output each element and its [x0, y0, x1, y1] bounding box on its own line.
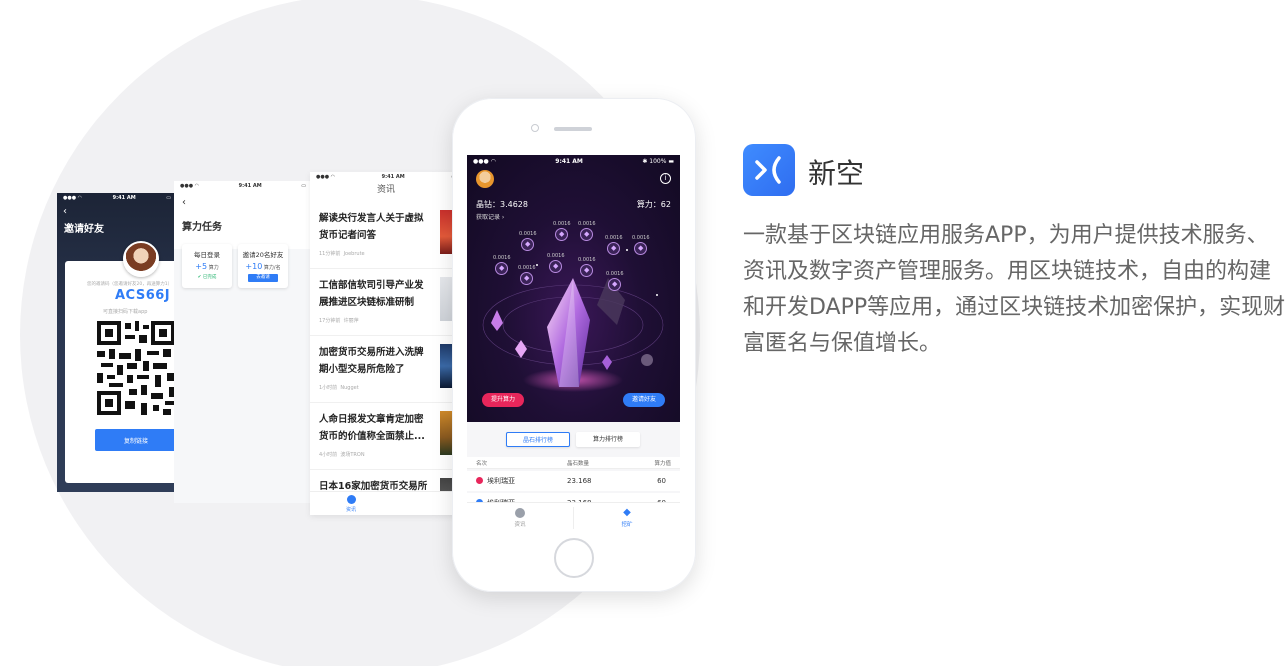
qr-code-icon [97, 321, 175, 415]
tab-news[interactable]: 资讯 [346, 495, 356, 513]
camera [531, 124, 539, 132]
tab-mining[interactable]: ◆ 挖矿 [607, 507, 647, 529]
news-item[interactable]: 工信部信软司引导产业发展推进区块链标准研制 17分钟前 许丽萍 [310, 269, 462, 336]
reward-gem[interactable]: 0.0016 ◆ [605, 235, 623, 256]
tasks-header: ●●● ◠ 9:41 AM ▭ ‹ 算力任务 [174, 181, 312, 249]
news-item[interactable]: 解读央行发言人关于虚拟货币记者问答 11分钟前 Joebrute [310, 202, 462, 269]
status-bar: ●●● ◠9:41 AM▭ [316, 174, 456, 180]
app-name: 新空 [808, 157, 865, 190]
tasks-title: 算力任务 [182, 222, 222, 233]
task-name: 邀请20名好友 [242, 251, 284, 259]
reward-gem[interactable]: 0.0016 ◆ [578, 221, 596, 242]
phone-frame: ●●● ◠ 9:41 AM ✱ 100% ▬ i 晶钻：3.4628 算力：62… [452, 98, 696, 592]
mining-screen: ●●● ◠ 9:41 AM ✱ 100% ▬ i 晶钻：3.4628 算力：62… [467, 155, 680, 533]
invite-screen: ●●● ◠ 9:41 AM ▭ ‹ 邀请好友 您的邀请码（您邀请好友20，再送算力1… [57, 193, 177, 492]
task-list: 每日登录 +5 算力 ✔ 已完成 邀请20名好友 +10 算力/名 去邀请 [182, 244, 288, 288]
speaker [554, 127, 592, 131]
tab-gem-ranking[interactable]: 晶石排行榜 [506, 432, 570, 447]
copy-link-button[interactable]: 复制链接 [95, 429, 177, 451]
mining-panel: ●●● ◠ 9:41 AM ✱ 100% ▬ i 晶钻：3.4628 算力：62… [467, 155, 680, 422]
boost-power-button[interactable]: 提升算力 [482, 393, 524, 407]
reward-gem[interactable]: 0.0016 ◆ [553, 221, 571, 242]
news-title: 解读央行发言人关于虚拟货币记者问答 [319, 213, 424, 241]
column-rank: 名次 [476, 460, 488, 467]
column-power: 算力值 [654, 460, 671, 467]
power-value: 算力：62 [636, 200, 671, 209]
crystal-illustration [482, 249, 664, 392]
reward-gem[interactable]: 0.0016 ◆ [606, 271, 624, 292]
invite-hint: 您的邀请码（您邀请好友20，再送算力1） [87, 282, 173, 287]
news-meta: 4小时前 波场TRON [319, 452, 365, 458]
tab-power-ranking[interactable]: 算力排行榜 [576, 432, 640, 447]
news-item[interactable]: 人命日报发文章肯定加密货币的价值称全面禁止... 4小时前 波场TRON [310, 403, 462, 470]
news-header: 资讯 [376, 185, 395, 195]
invite-title: 邀请好友 [64, 224, 104, 235]
x-logo-icon [755, 156, 781, 184]
app-description: 一款基于区块链应用服务APP，为用户提供技术服务、资讯及数字资产管理服务。用区块… [743, 223, 1286, 356]
back-icon[interactable]: ‹ [182, 197, 186, 208]
gem-balance: 晶钻：3.4628 [476, 200, 528, 209]
scan-hint: 可直接扫码下载app [103, 309, 148, 315]
news-tabbar: 资讯 [310, 491, 462, 515]
home-button[interactable] [554, 538, 594, 578]
diamond-icon: ◆ [623, 507, 631, 518]
task-reward: +10 算力/名 [245, 262, 281, 271]
tasks-screen: ●●● ◠ 9:41 AM ▭ ‹ 算力任务 每日登录 +5 算力 ✔ 已完成 邀请… [174, 181, 312, 503]
reward-gem[interactable]: 0.0016 ◆ [632, 235, 650, 256]
news-title: 工信部信软司引导产业发展推进区块链标准研制 [319, 280, 424, 308]
status-time: 9:41 AM [238, 183, 262, 189]
tab-divider [573, 507, 574, 529]
task-card-daily-login[interactable]: 每日登录 +5 算力 ✔ 已完成 [182, 244, 232, 288]
column-amount: 晶石数量 [567, 460, 590, 467]
task-name: 每日登录 [194, 251, 220, 259]
news-screen: ●●● ◠9:41 AM▭ 资讯 解读央行发言人关于虚拟货币记者问答 11分钟前… [310, 172, 462, 515]
avatar [123, 241, 159, 277]
news-title: 加密货币交易所进入洗牌期小型交易所危险了 [319, 347, 424, 375]
reward-gem[interactable]: 0.0016 ◆ [547, 253, 565, 274]
invite-friends-button[interactable]: 邀请好友 [623, 393, 665, 407]
rank-name: 埃利瑞亚 [476, 476, 515, 486]
invite-code: ACS66J [115, 288, 171, 303]
ranking-header: 名次 晶石数量 算力值 [467, 457, 680, 469]
reward-gem[interactable]: 0.0016 ◆ [519, 231, 537, 252]
status-bar: ●●● ◠9:41 AM▭ [180, 183, 306, 189]
news-item[interactable]: 加密货币交易所进入洗牌期小型交易所危险了 1小时前 Nugget [310, 336, 462, 403]
app-logo-icon [743, 144, 795, 196]
tab-news[interactable]: 资讯 [500, 508, 540, 528]
status-time: 9:41 AM [381, 174, 405, 180]
records-link[interactable]: 获取记录 › [476, 212, 504, 221]
task-status-done: ✔ 已完成 [197, 275, 217, 280]
info-icon[interactable]: i [660, 173, 671, 184]
status-bar: ●●● ◠9:41 AM▭ [63, 195, 171, 201]
promo-stage: ●●● ◠ 9:41 AM ▭ ‹ 邀请好友 您的邀请码（您邀请好友20，再送算力1… [0, 0, 1288, 666]
rank-amount: 23.168 [567, 477, 592, 485]
reward-gem[interactable]: 0.0016 ◆ [493, 255, 511, 276]
globe-icon [515, 508, 525, 518]
ranking-tabs: 晶石排行榜 算力排行榜 [506, 432, 640, 447]
reward-gem[interactable]: 0.0016 ◆ [518, 265, 536, 286]
task-go-button[interactable]: 去邀请 [248, 274, 278, 282]
news-meta: 11分钟前 Joebrute [319, 251, 365, 257]
news-meta: 1小时前 Nugget [319, 385, 359, 391]
reward-gem[interactable]: 0.0016 ◆ [578, 257, 596, 278]
news-title: 人命日报发文章肯定加密货币的价值称全面禁止... [319, 414, 425, 442]
table-row[interactable]: 埃利瑞亚 23.168 60 [467, 471, 680, 491]
globe-icon [346, 495, 356, 504]
back-icon[interactable]: ‹ [63, 206, 67, 217]
task-card-invite[interactable]: 邀请20名好友 +10 算力/名 去邀请 [238, 244, 288, 288]
status-time: 9:41 AM [112, 195, 136, 201]
avatar[interactable] [476, 170, 494, 188]
task-reward: +5 算力 [195, 262, 219, 271]
rank-power: 60 [657, 477, 666, 485]
news-meta: 17分钟前 许丽萍 [319, 318, 359, 324]
main-tabbar: 资讯 ◆ 挖矿 [467, 502, 680, 533]
